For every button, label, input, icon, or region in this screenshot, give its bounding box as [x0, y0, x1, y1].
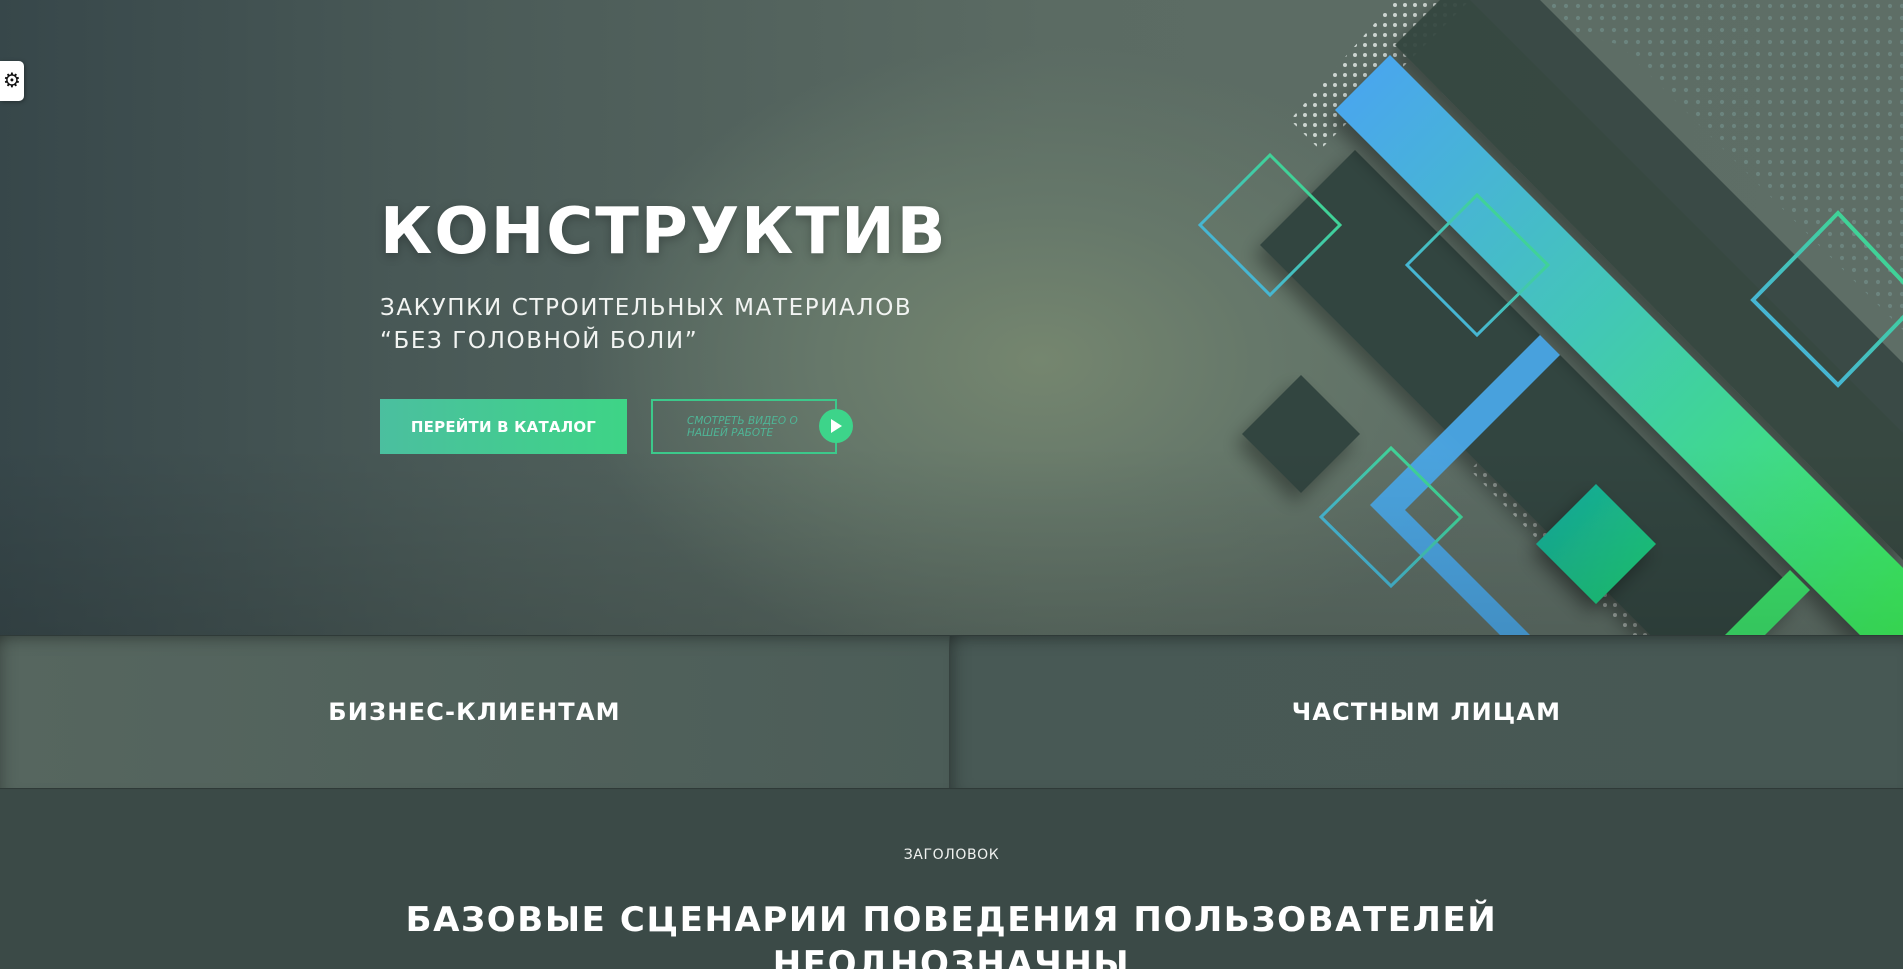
watch-video-label: СМОТРЕТЬ ВИДЕО О НАШЕЙ РАБОТЕ	[687, 415, 798, 439]
section-title-line-1: БАЗОВЫЕ СЦЕНАРИИ ПОВЕДЕНИЯ ПОЛЬЗОВАТЕЛЕЙ	[405, 900, 1498, 940]
gear-icon: ⚙	[3, 70, 21, 92]
scenarios-section: ЗАГОЛОВОК БАЗОВЫЕ СЦЕНАРИИ ПОВЕДЕНИЯ ПОЛ…	[0, 790, 1903, 969]
watch-video-button[interactable]: СМОТРЕТЬ ВИДЕО О НАШЕЙ РАБОТЕ	[651, 399, 837, 454]
business-clients-label: БИЗНЕС-КЛИЕНТАМ	[328, 698, 621, 726]
section-title: БАЗОВЫЕ СЦЕНАРИИ ПОВЕДЕНИЯ ПОЛЬЗОВАТЕЛЕЙ…	[0, 898, 1903, 969]
section-eyebrow: ЗАГОЛОВОК	[903, 847, 1000, 863]
play-icon	[831, 419, 842, 433]
business-clients-card[interactable]: БИЗНЕС-КЛИЕНТАМ	[0, 636, 950, 788]
private-clients-label: ЧАСТНЫМ ЛИЦАМ	[1291, 698, 1562, 726]
private-clients-card[interactable]: ЧАСТНЫМ ЛИЦАМ	[950, 636, 1903, 788]
catalog-button[interactable]: ПЕРЕЙТИ В КАТАЛОГ	[380, 399, 627, 454]
hero-subtitle-line-2: “БЕЗ ГОЛОВНОЙ БОЛИ”	[380, 328, 699, 354]
section-title-line-2: НЕОДНОЗНАЧНЫ	[772, 944, 1131, 969]
settings-toggle[interactable]: ⚙	[0, 61, 24, 101]
play-button[interactable]	[819, 409, 853, 443]
audience-selector: БИЗНЕС-КЛИЕНТАМ ЧАСТНЫМ ЛИЦАМ	[0, 635, 1903, 789]
hero-subtitle: ЗАКУПКИ СТРОИТЕЛЬНЫХ МАТЕРИАЛОВ “БЕЗ ГОЛ…	[380, 292, 912, 358]
hero-banner: ⚙ КОНСТРУКТИВ ЗАКУПКИ СТРОИТЕЛЬНЫХ МАТЕР…	[0, 0, 1903, 635]
hero-vignette	[0, 0, 1903, 635]
hero-subtitle-line-1: ЗАКУПКИ СТРОИТЕЛЬНЫХ МАТЕРИАЛОВ	[380, 295, 913, 321]
hero-title: КОНСТРУКТИВ	[380, 195, 948, 269]
